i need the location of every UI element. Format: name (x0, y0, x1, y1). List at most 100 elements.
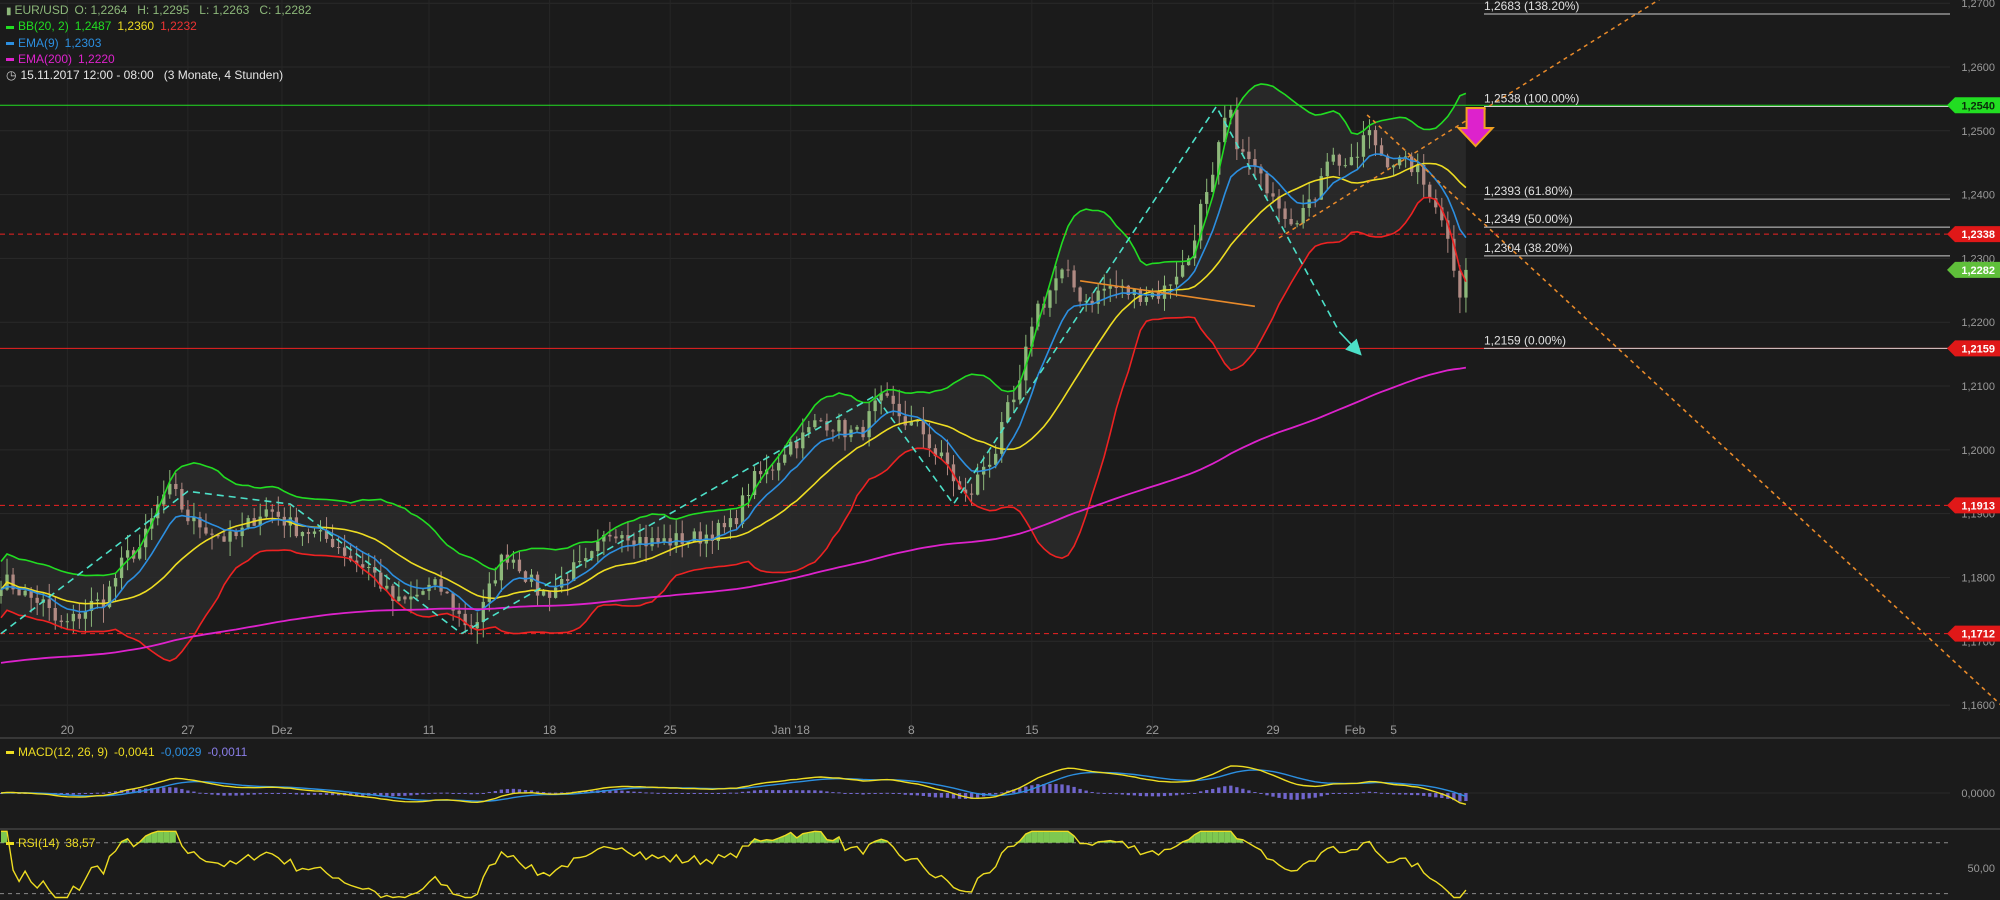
candle-body[interactable] (35, 597, 39, 603)
candle-body[interactable] (927, 434, 932, 449)
candle-body[interactable] (59, 620, 63, 623)
candle-body[interactable] (23, 590, 27, 596)
candle-body[interactable] (270, 509, 274, 512)
candle-body[interactable] (174, 483, 178, 490)
candle-body[interactable] (1066, 269, 1070, 271)
candle-body[interactable] (1247, 151, 1251, 160)
candle-body[interactable] (415, 594, 419, 597)
candle-body[interactable] (632, 540, 636, 545)
candle-body[interactable] (228, 531, 232, 542)
candle-body[interactable] (770, 469, 775, 471)
candle-body[interactable] (1325, 161, 1329, 177)
candle-body[interactable] (891, 395, 895, 404)
candle-body[interactable] (47, 599, 51, 609)
candle-body[interactable] (65, 621, 69, 623)
candle-body[interactable] (481, 601, 485, 623)
candle-body[interactable] (1072, 270, 1076, 288)
candle-body[interactable] (541, 591, 546, 596)
candle-body[interactable] (1108, 286, 1112, 289)
candle-body[interactable] (487, 583, 491, 602)
candle-body[interactable] (1102, 288, 1106, 291)
candle-body[interactable] (1355, 156, 1360, 158)
candle-body[interactable] (680, 533, 684, 545)
candle-body[interactable] (740, 495, 745, 525)
candle-body[interactable] (746, 495, 751, 497)
candle-body[interactable] (801, 432, 805, 449)
candle-body[interactable] (614, 536, 618, 539)
candle-body[interactable] (728, 518, 733, 528)
candle-body[interactable] (523, 571, 528, 582)
candle-body[interactable] (590, 551, 594, 559)
candle-body[interactable] (330, 538, 335, 548)
candle-body[interactable] (318, 530, 323, 532)
candle-body[interactable] (421, 591, 425, 595)
candle-body[interactable] (559, 579, 564, 588)
candle-body[interactable] (608, 534, 612, 537)
candle-body[interactable] (885, 393, 889, 396)
candle-body[interactable] (1428, 184, 1432, 199)
candle-body[interactable] (813, 420, 817, 428)
candle-body[interactable] (0, 589, 3, 596)
candle-body[interactable] (1373, 130, 1378, 146)
candle-body[interactable] (867, 411, 871, 438)
candle-body[interactable] (795, 441, 799, 449)
candle-body[interactable] (789, 441, 793, 455)
candle-body[interactable] (897, 403, 901, 417)
candle-body[interactable] (988, 464, 992, 467)
candle-body[interactable] (240, 527, 244, 537)
candle-body[interactable] (578, 561, 582, 563)
candle-body[interactable] (855, 426, 859, 430)
candle-body[interactable] (674, 533, 678, 546)
candle-body[interactable] (1343, 165, 1348, 167)
candle-body[interactable] (113, 578, 118, 587)
legend-ema9-row[interactable]: EMA(9) 1,2303 (6, 35, 317, 51)
candle-body[interactable] (77, 613, 82, 619)
candle-body[interactable] (650, 538, 654, 547)
candle-body[interactable] (306, 532, 311, 534)
candle-body[interactable] (975, 474, 980, 495)
candle-body[interactable] (819, 420, 823, 422)
candle-body[interactable] (837, 420, 841, 432)
candle-body[interactable] (873, 400, 877, 412)
candle-body[interactable] (397, 596, 401, 601)
candle-body[interactable] (1012, 399, 1016, 403)
candle-body[interactable] (53, 608, 57, 621)
candle-body[interactable] (620, 535, 624, 539)
candle-body[interactable] (535, 574, 540, 596)
candle-body[interactable] (1205, 192, 1209, 204)
macd-legend[interactable]: MACD(12, 26, 9) -0,0041 -0,0029 -0,0011 (6, 745, 253, 759)
candle-body[interactable] (1180, 265, 1185, 277)
candle-body[interactable] (1301, 207, 1305, 224)
candle-body[interactable] (1078, 287, 1082, 302)
candle-body[interactable] (656, 538, 660, 543)
candle-body[interactable] (1361, 135, 1366, 157)
candle-body[interactable] (1241, 149, 1245, 152)
candle-body[interactable] (300, 532, 305, 537)
candle-body[interactable] (1410, 156, 1414, 173)
candle-body[interactable] (921, 420, 926, 435)
candle-body[interactable] (945, 452, 950, 465)
candle-body[interactable] (1331, 154, 1335, 162)
candle-body[interactable] (1289, 218, 1293, 225)
candle-body[interactable] (95, 599, 100, 601)
candle-body[interactable] (342, 547, 347, 556)
candle-body[interactable] (553, 587, 558, 598)
candle-body[interactable] (1283, 208, 1287, 219)
candle-body[interactable] (1168, 284, 1173, 286)
candle-body[interactable] (1060, 269, 1064, 279)
candle-body[interactable] (807, 427, 811, 433)
candle-body[interactable] (596, 541, 600, 552)
legend-ema200-row[interactable]: EMA(200) 1,2220 (6, 51, 317, 67)
candle-body[interactable] (547, 591, 552, 598)
candle-body[interactable] (71, 613, 75, 622)
candle-body[interactable] (831, 430, 835, 432)
candle-body[interactable] (783, 454, 787, 463)
candle-body[interactable] (1048, 290, 1052, 308)
rsi-legend[interactable]: RSI(14) 38,57 (6, 836, 101, 850)
candle-body[interactable] (722, 522, 727, 528)
candle-body[interactable] (566, 579, 570, 581)
candle-body[interactable] (493, 580, 497, 584)
candle-body[interactable] (445, 591, 449, 594)
candle-body[interactable] (511, 559, 516, 563)
candle-body[interactable] (1295, 223, 1299, 225)
